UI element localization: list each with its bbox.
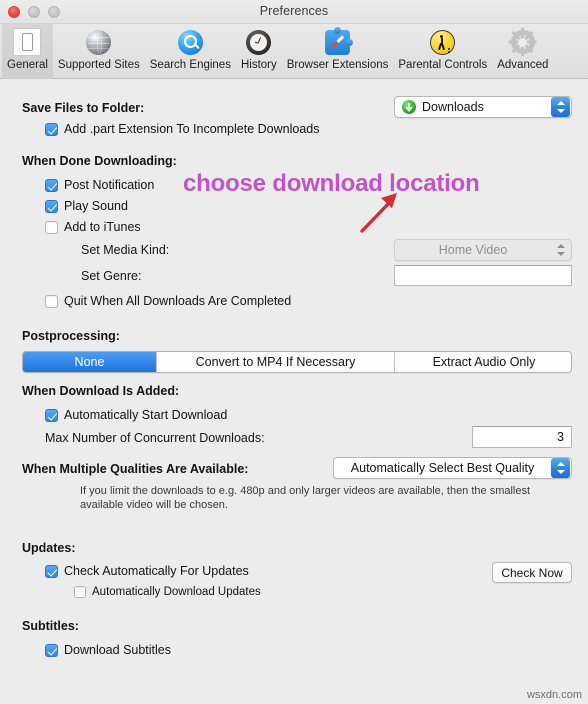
set-media-kind-popup: Home Video (394, 239, 572, 261)
checkbox-play-sound-label: Play Sound (64, 199, 128, 213)
checkbox-post-notification-label: Post Notification (64, 178, 155, 192)
downloads-folder-icon (402, 100, 416, 114)
quality-stepper-icon[interactable] (551, 458, 570, 478)
preferences-toolbar: General Supported Sites Search Engines H… (0, 24, 588, 79)
max-concurrent-label: Max Number of Concurrent Downloads: (45, 431, 265, 445)
checkbox-check-automatically-box[interactable] (45, 564, 58, 578)
checkbox-add-to-itunes[interactable]: Add to iTunes (45, 220, 141, 234)
check-now-button[interactable]: Check Now (492, 562, 572, 583)
general-switch-icon (12, 27, 42, 57)
close-button[interactable] (8, 6, 20, 18)
updates-heading: Updates: (22, 541, 76, 555)
watermark: wsxdn.com (526, 689, 582, 701)
zoom-button[interactable] (48, 6, 60, 18)
window-title: Preferences (259, 4, 329, 18)
when-added-heading: When Download Is Added: (22, 384, 180, 398)
checkbox-download-subtitles-box[interactable] (45, 643, 58, 657)
tab-general[interactable]: General (2, 24, 53, 79)
checkbox-add-part-extension[interactable]: Add .part Extension To Incomplete Downlo… (45, 122, 319, 136)
subtitles-heading: Subtitles: (22, 619, 79, 633)
preferences-window: Preferences General Supported Sites Sear… (0, 0, 588, 704)
checkbox-play-sound[interactable]: Play Sound (45, 199, 128, 213)
segment-none[interactable]: None (23, 352, 157, 372)
checkbox-add-part-extension-label: Add .part Extension To Incomplete Downlo… (64, 122, 320, 136)
tab-search-engines[interactable]: Search Engines (145, 24, 236, 79)
magnifier-icon (175, 27, 205, 57)
checkbox-check-automatically[interactable]: Check Automatically For Updates (45, 564, 249, 578)
tab-browser-extensions[interactable]: Browser Extensions (282, 24, 394, 79)
checkbox-auto-download-updates-box[interactable] (74, 586, 86, 598)
segment-extract-audio[interactable]: Extract Audio Only (395, 352, 571, 372)
tab-advanced[interactable]: Advanced (492, 24, 553, 79)
checkbox-auto-start-download-box[interactable] (45, 408, 58, 422)
set-media-kind-stepper-icon (551, 240, 570, 260)
max-concurrent-value: 3 (557, 430, 564, 444)
set-genre-label: Set Genre: (81, 269, 142, 283)
checkbox-add-part-extension-box[interactable] (45, 122, 58, 136)
title-bar: Preferences (0, 0, 588, 24)
checkbox-auto-download-updates[interactable]: Automatically Download Updates (74, 586, 261, 598)
gear-icon (508, 27, 538, 57)
set-genre-input[interactable] (394, 265, 572, 286)
window-controls (8, 6, 60, 18)
qualities-help-text: If you limit the downloads to e.g. 480p … (80, 485, 531, 511)
tab-supported-sites[interactable]: Supported Sites (53, 24, 145, 79)
postprocessing-heading: Postprocessing: (22, 329, 120, 343)
minimize-button[interactable] (28, 6, 40, 18)
clock-icon (244, 27, 274, 57)
save-folder-stepper-icon[interactable] (551, 97, 570, 117)
globe-icon (84, 27, 114, 57)
qualities-heading: When Multiple Qualities Are Available: (22, 462, 249, 476)
segment-convert-mp4[interactable]: Convert to MP4 If Necessary (157, 352, 395, 372)
checkbox-download-subtitles-label: Download Subtitles (64, 643, 172, 657)
checkbox-quit-when-complete[interactable]: Quit When All Downloads Are Completed (45, 294, 291, 308)
save-folder-popup[interactable]: Downloads (394, 96, 572, 118)
quality-value: Automatically Select Best Quality (350, 461, 535, 475)
annotation-text: choose download location (183, 170, 480, 197)
checkbox-auto-start-download-label: Automatically Start Download (64, 408, 228, 422)
set-media-kind-value: Home Video (438, 243, 508, 257)
checkbox-quit-when-complete-label: Quit When All Downloads Are Completed (64, 294, 292, 308)
puzzle-compass-icon (323, 26, 354, 57)
quality-popup[interactable]: Automatically Select Best Quality (333, 457, 572, 479)
checkbox-play-sound-box[interactable] (45, 199, 58, 213)
tab-browser-extensions-label: Browser Extensions (286, 59, 389, 71)
tab-history[interactable]: History (236, 24, 282, 79)
checkbox-quit-when-complete-box[interactable] (45, 294, 58, 308)
when-done-heading: When Done Downloading: (22, 154, 177, 168)
checkbox-post-notification-box[interactable] (45, 178, 58, 192)
set-media-kind-label: Set Media Kind: (81, 243, 170, 257)
tab-advanced-label: Advanced (497, 59, 549, 71)
checkbox-auto-download-updates-label: Automatically Download Updates (92, 586, 261, 598)
tab-general-label: General (7, 59, 48, 71)
checkbox-add-to-itunes-box[interactable] (45, 220, 58, 234)
checkbox-check-automatically-label: Check Automatically For Updates (64, 564, 249, 578)
checkbox-post-notification[interactable]: Post Notification (45, 178, 154, 192)
save-folder-value: Downloads (422, 100, 484, 114)
postprocessing-segmented-control[interactable]: None Convert to MP4 If Necessary Extract… (22, 351, 572, 373)
max-concurrent-input[interactable]: 3 (472, 426, 572, 448)
tab-supported-sites-label: Supported Sites (57, 59, 140, 71)
save-files-heading: Save Files to Folder: (22, 101, 145, 115)
parental-figure-icon (428, 27, 458, 57)
checkbox-add-to-itunes-label: Add to iTunes (64, 220, 141, 234)
tab-parental-controls-label: Parental Controls (398, 59, 488, 71)
tab-parental-controls[interactable]: Parental Controls (393, 24, 492, 79)
tab-history-label: History (240, 59, 277, 71)
preferences-content: Save Files to Folder: Downloads Add .par… (0, 79, 588, 704)
checkbox-download-subtitles[interactable]: Download Subtitles (45, 643, 171, 657)
tab-search-engines-label: Search Engines (149, 59, 231, 71)
checkbox-auto-start-download[interactable]: Automatically Start Download (45, 408, 227, 422)
